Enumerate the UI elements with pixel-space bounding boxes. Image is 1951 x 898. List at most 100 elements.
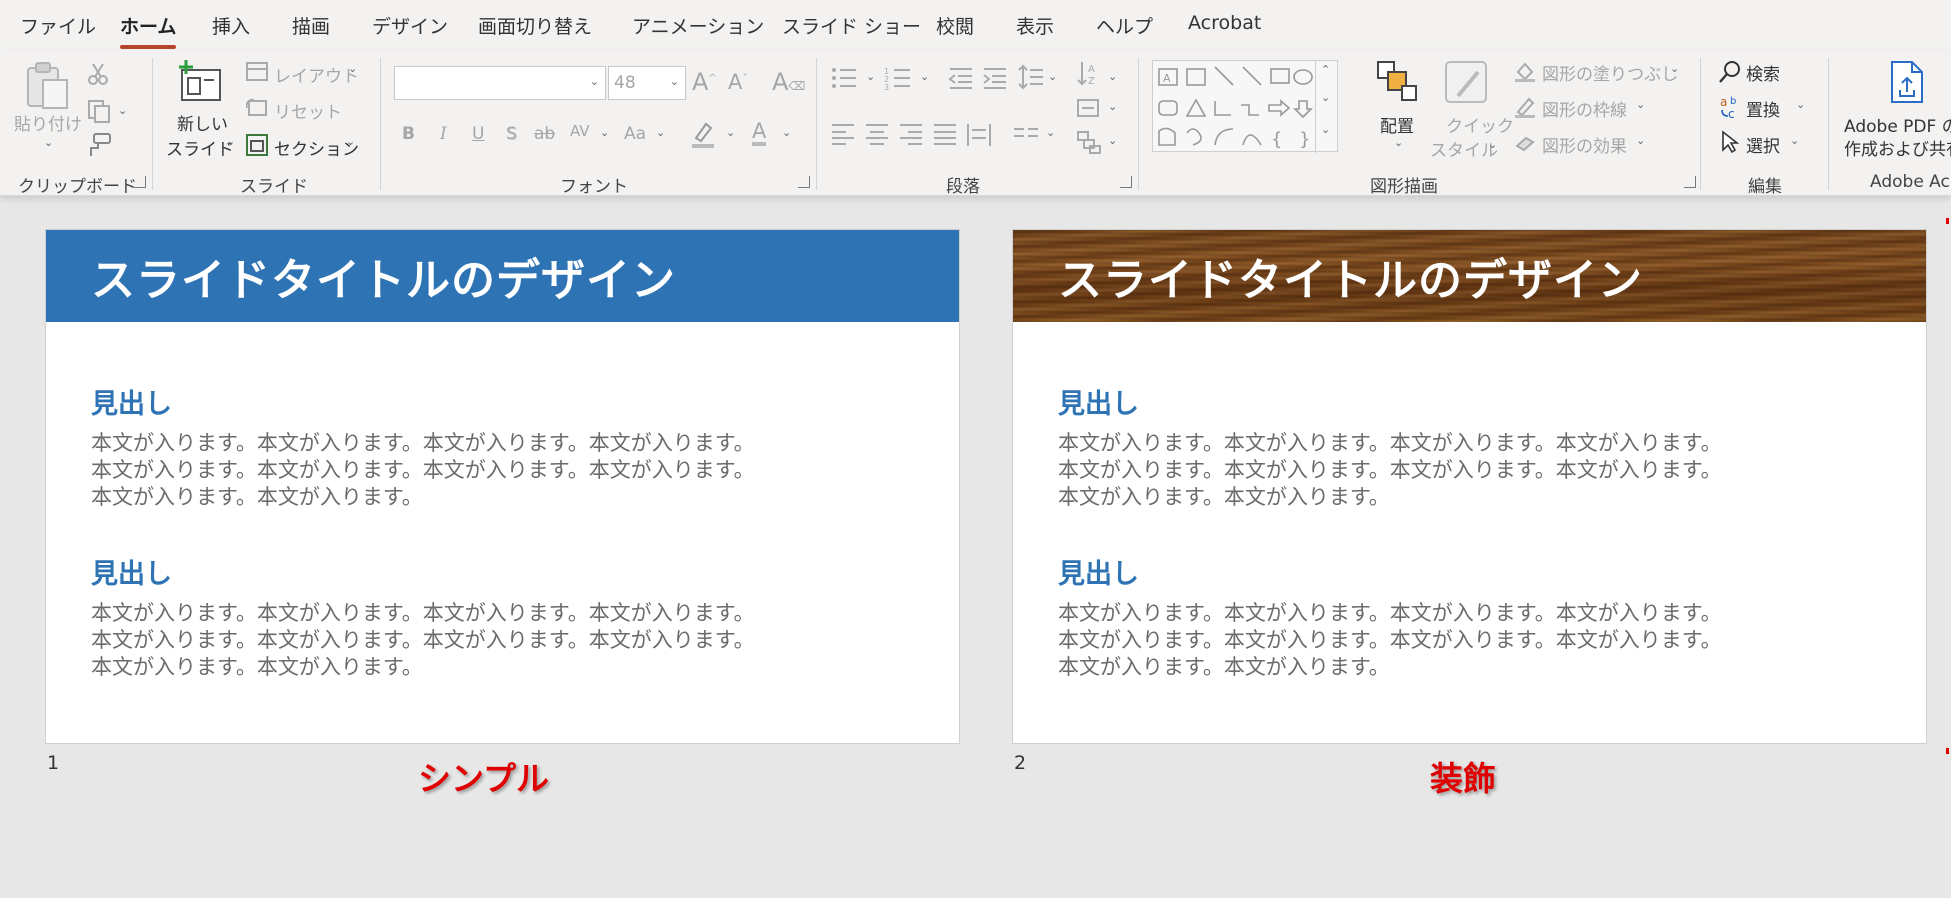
reset-icon[interactable]	[246, 98, 268, 118]
select-chevron-icon[interactable]: ⌄	[1790, 134, 1799, 147]
text-direction-chevron-icon[interactable]: ⌄	[1108, 70, 1117, 83]
quick-styles-chevron-icon[interactable]: ⌄	[1488, 138, 1497, 151]
tab-review[interactable]: 校閲	[936, 12, 974, 39]
clipboard-launcher-icon[interactable]	[134, 176, 146, 188]
quick-styles-icon[interactable]	[1444, 60, 1490, 106]
numbering-chevron-icon[interactable]: ⌄	[920, 70, 929, 83]
text-direction-icon[interactable]: AZ	[1076, 60, 1102, 90]
arrange-icon[interactable]	[1376, 60, 1420, 104]
gallery-scroll[interactable]: ⌃ ⌄ ⌄	[1315, 61, 1337, 153]
tab-slideshow[interactable]: スライド ショー	[782, 12, 921, 39]
select-button[interactable]: 選択	[1746, 132, 1780, 157]
smartart-icon[interactable]	[1076, 130, 1102, 154]
shape-outline-chevron-icon[interactable]: ⌄	[1636, 98, 1645, 111]
font-name-select[interactable]: ⌄	[394, 66, 606, 100]
tab-view[interactable]: 表示	[1016, 12, 1054, 39]
slide-1-thumbnail[interactable]: スライドタイトルのデザイン 見出し 本文が入ります。本文が入ります。本文が入りま…	[45, 229, 960, 744]
increase-indent-icon[interactable]	[982, 66, 1008, 90]
shape-fill-icon[interactable]	[1514, 60, 1536, 82]
columns-chevron-icon[interactable]: ⌄	[1046, 126, 1055, 139]
new-slide-icon[interactable]	[176, 58, 224, 106]
underline-button[interactable]: U	[472, 124, 484, 144]
select-cursor-icon[interactable]	[1720, 130, 1740, 154]
align-right-icon[interactable]	[898, 122, 924, 146]
tab-design[interactable]: デザイン	[372, 12, 448, 39]
align-left-icon[interactable]	[830, 122, 856, 146]
align-text-chevron-icon[interactable]: ⌄	[1108, 100, 1117, 113]
align-center-icon[interactable]	[864, 122, 890, 146]
paste-button[interactable]: 貼り付け	[14, 110, 82, 135]
shapes-gallery[interactable]: A { } ⌃ ⌄ ⌄	[1152, 60, 1338, 153]
adobe-pdf-label-2[interactable]: 作成および共有	[1844, 135, 1951, 160]
increase-font-size-icon[interactable]: A^	[692, 68, 717, 96]
tab-home[interactable]: ホーム	[120, 12, 177, 49]
paste-chevron-icon[interactable]: ⌄	[44, 136, 53, 149]
tab-help[interactable]: ヘルプ	[1096, 12, 1153, 39]
clear-formatting-icon[interactable]: A⌫	[772, 68, 805, 96]
spacing-chevron-icon[interactable]: ⌄	[600, 126, 609, 139]
bullets-chevron-icon[interactable]: ⌄	[866, 70, 875, 83]
font-color-button[interactable]: A	[752, 120, 767, 146]
layout-button[interactable]: レイアウト	[274, 62, 359, 87]
gallery-more-icon[interactable]: ⌄	[1321, 123, 1330, 136]
decrease-font-size-icon[interactable]: A˅	[728, 70, 747, 94]
gallery-up-icon[interactable]: ⌃	[1321, 63, 1330, 76]
align-text-icon[interactable]	[1076, 96, 1102, 120]
shape-outline-icon[interactable]	[1514, 96, 1536, 118]
gallery-down-icon[interactable]: ⌄	[1321, 91, 1330, 104]
arrange-chevron-icon[interactable]: ⌄	[1394, 136, 1403, 149]
shape-effects-button[interactable]: 図形の効果	[1542, 132, 1627, 157]
copy-chevron-icon[interactable]: ⌄	[118, 104, 127, 117]
section-chevron-icon[interactable]: ⌄	[346, 135, 355, 148]
tab-draw[interactable]: 描画	[292, 12, 330, 39]
adobe-pdf-label-1[interactable]: Adobe PDF の	[1844, 112, 1951, 137]
replace-button[interactable]: 置換	[1746, 96, 1780, 121]
paste-icon[interactable]	[25, 60, 71, 110]
layout-chevron-icon[interactable]: ⌄	[348, 62, 357, 75]
line-spacing-chevron-icon[interactable]: ⌄	[1048, 70, 1057, 83]
italic-button[interactable]: I	[440, 124, 447, 144]
bullets-icon[interactable]	[830, 66, 860, 90]
decrease-indent-icon[interactable]	[948, 66, 974, 90]
layout-icon[interactable]	[246, 62, 268, 82]
quick-styles-label-1[interactable]: クイック	[1446, 112, 1514, 137]
replace-icon[interactable]: a bc	[1718, 94, 1744, 120]
tab-transitions[interactable]: 画面切り替え	[478, 12, 592, 39]
bold-button[interactable]: B	[402, 124, 415, 144]
reset-button[interactable]: リセット	[274, 98, 342, 123]
find-button[interactable]: 検索	[1746, 60, 1780, 85]
numbering-icon[interactable]: 123	[884, 66, 914, 90]
shape-fill-chevron-icon[interactable]: ⌄	[1670, 62, 1679, 75]
distributed-icon[interactable]	[966, 122, 992, 146]
new-slide-label-2[interactable]: スライド	[166, 135, 234, 160]
font-color-chevron-icon[interactable]: ⌄	[782, 126, 791, 139]
search-icon[interactable]	[1718, 60, 1742, 84]
line-spacing-icon[interactable]	[1018, 64, 1044, 90]
replace-chevron-icon[interactable]: ⌄	[1796, 98, 1805, 111]
copy-icon[interactable]	[86, 98, 112, 124]
font-size-chevron-icon[interactable]: ⌄	[670, 75, 679, 88]
new-slide-label-1[interactable]: 新しい	[177, 110, 228, 135]
shape-outline-button[interactable]: 図形の枠線	[1542, 96, 1627, 121]
cut-icon[interactable]	[86, 62, 110, 86]
highlight-chevron-icon[interactable]: ⌄	[726, 126, 735, 139]
shapes-gallery-icon[interactable]: A { }	[1153, 61, 1313, 153]
font-launcher-icon[interactable]	[798, 176, 810, 188]
adobe-share-pdf-icon[interactable]	[1888, 60, 1928, 104]
shape-effects-icon[interactable]	[1514, 132, 1536, 154]
tab-acrobat[interactable]: Acrobat	[1188, 12, 1261, 34]
slide-2-thumbnail[interactable]: スライドタイトルのデザイン 見出し 本文が入ります。本文が入ります。本文が入りま…	[1012, 229, 1927, 744]
tab-file[interactable]: ファイル	[20, 12, 96, 39]
arrange-button[interactable]: 配置	[1380, 112, 1414, 137]
tab-insert[interactable]: 挿入	[212, 12, 250, 39]
section-icon[interactable]	[246, 134, 268, 156]
smartart-chevron-icon[interactable]: ⌄	[1108, 134, 1117, 147]
strikethrough-button[interactable]: ab	[534, 124, 555, 144]
shape-effects-chevron-icon[interactable]: ⌄	[1636, 134, 1645, 147]
character-spacing-button[interactable]: AV	[570, 122, 590, 140]
tab-animations[interactable]: アニメーション	[632, 12, 764, 39]
font-size-select[interactable]: 48 ⌄	[608, 66, 686, 100]
drawing-launcher-icon[interactable]	[1684, 176, 1696, 188]
highlight-icon[interactable]	[690, 120, 716, 150]
shape-fill-button[interactable]: 図形の塗りつぶし	[1542, 60, 1678, 85]
